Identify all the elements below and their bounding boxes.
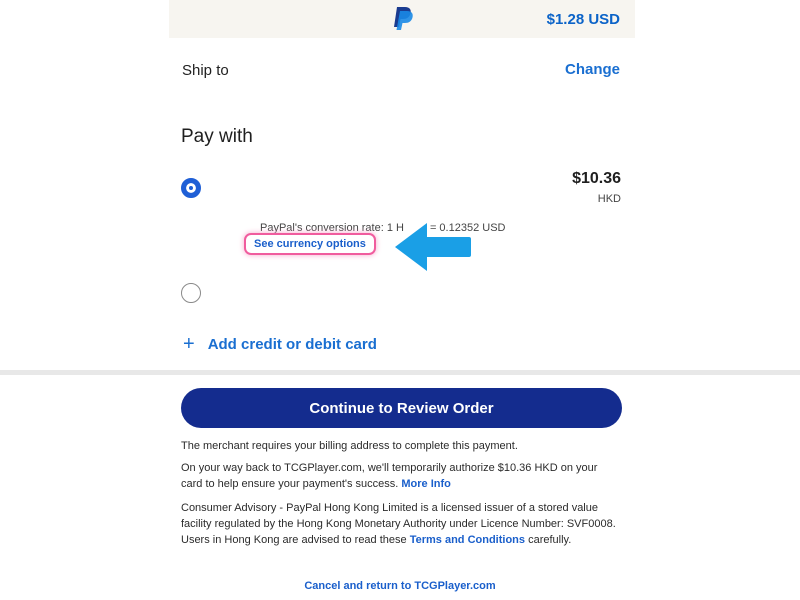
payment-option-radio-selected[interactable]: [181, 178, 201, 198]
checkout-panel: [169, 0, 635, 370]
continue-button[interactable]: Continue to Review Order: [181, 388, 622, 428]
order-total: $1.28 USD: [546, 11, 620, 28]
payment-amount: $10.36: [572, 170, 621, 187]
change-shipping-link[interactable]: Change: [565, 61, 620, 78]
terms-link[interactable]: Terms and Conditions: [410, 534, 525, 546]
cancel-return-link[interactable]: Cancel and return to TCGPlayer.com: [0, 580, 800, 592]
add-card-button[interactable]: + Add credit or debit card: [183, 333, 377, 355]
payment-currency: HKD: [597, 193, 621, 205]
consumer-advisory: Consumer Advisory - PayPal Hong Kong Lim…: [181, 500, 621, 548]
section-divider: [0, 370, 800, 375]
pay-with-heading: Pay with: [181, 126, 253, 147]
paypal-logo-icon: [394, 7, 413, 30]
authorize-notice: On your way back to TCGPlayer.com, we'll…: [181, 460, 621, 492]
advisory-tail: carefully.: [528, 534, 572, 546]
payment-option-radio-unselected[interactable]: [181, 283, 201, 303]
add-card-label: Add credit or debit card: [207, 335, 377, 353]
see-currency-options-link[interactable]: See currency options: [244, 233, 376, 255]
ship-to-label: Ship to: [182, 62, 229, 79]
more-info-link[interactable]: More Info: [401, 478, 451, 490]
billing-notice: The merchant requires your billing addre…: [181, 440, 518, 452]
left-arrow-icon: [395, 223, 471, 271]
plus-icon: +: [183, 333, 195, 355]
authorize-notice-text: On your way back to TCGPlayer.com, we'll…: [181, 462, 598, 490]
